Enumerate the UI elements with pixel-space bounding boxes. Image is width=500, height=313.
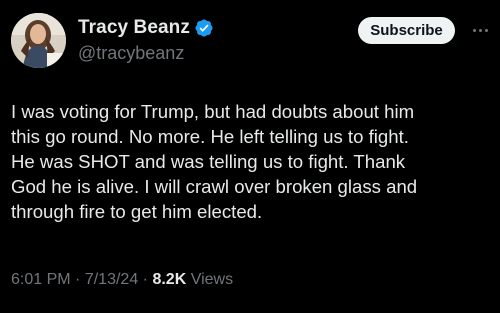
- tweet-text-line: God he is alive. I will crawl over broke…: [11, 176, 418, 197]
- tweet-text-line: this go round. No more. He left telling …: [11, 126, 409, 147]
- tweet-date[interactable]: 7/13/24: [85, 271, 138, 288]
- tweet-text: I was voting for Trump, but had doubts a…: [11, 99, 495, 224]
- verified-badge-icon[interactable]: [194, 18, 214, 38]
- author-block[interactable]: Tracy Beanz @tracybeanz: [78, 16, 214, 64]
- tweet-time[interactable]: 6:01 PM: [11, 271, 71, 288]
- more-dot: [478, 28, 482, 32]
- views-count: 8.2K: [152, 271, 187, 288]
- avatar[interactable]: [11, 13, 66, 68]
- more-options-icon[interactable]: [467, 19, 493, 41]
- author-display-name[interactable]: Tracy Beanz: [78, 17, 190, 39]
- meta-separator: ·: [142, 271, 148, 288]
- more-dot: [484, 28, 488, 32]
- meta-separator: ·: [75, 271, 81, 288]
- author-name-row: Tracy Beanz: [78, 16, 214, 40]
- tweet-card: Tracy Beanz @tracybeanz Subscribe I was …: [0, 0, 500, 313]
- author-handle[interactable]: @tracybeanz: [78, 43, 214, 64]
- tweet-text-line: through fire to get him elected.: [11, 201, 263, 222]
- tweet-meta: 6:01 PM · 7/13/24 · 8.2K Views: [11, 271, 233, 289]
- avatar-photo: [11, 13, 66, 68]
- views-label: Views: [190, 271, 234, 288]
- tweet-text-line: I was voting for Trump, but had doubts a…: [11, 101, 415, 122]
- subscribe-button[interactable]: Subscribe: [358, 17, 455, 44]
- more-dot: [472, 28, 476, 32]
- tweet-text-line: He was SHOT and was telling us to fight.…: [11, 151, 406, 172]
